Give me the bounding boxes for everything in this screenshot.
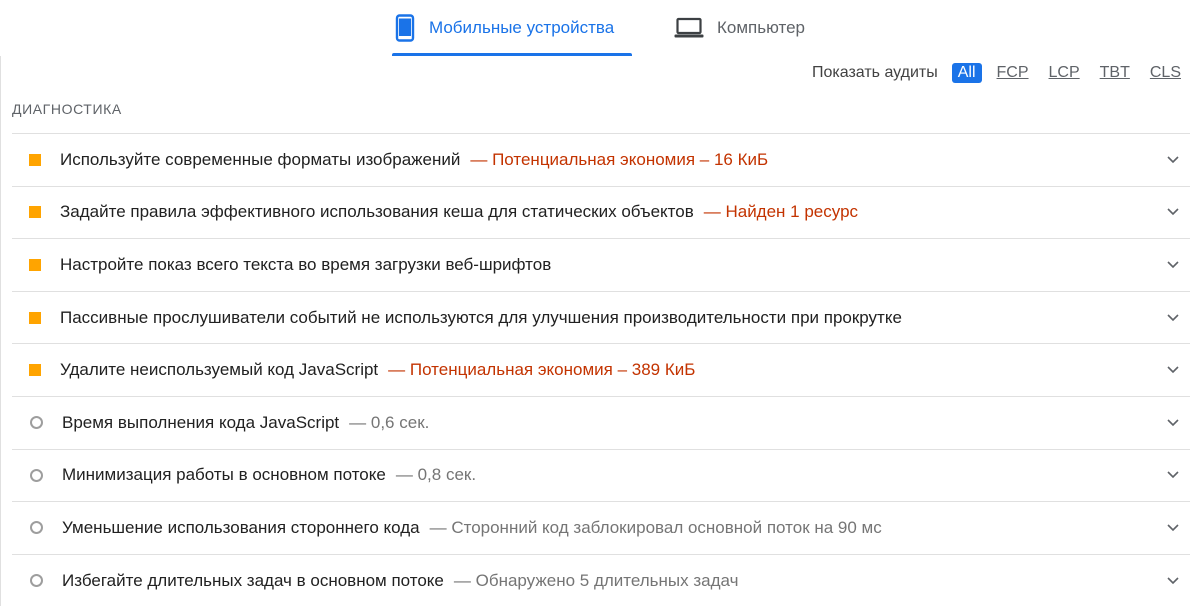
tab-desktop[interactable]: Компьютер xyxy=(674,0,824,56)
informative-status-icon xyxy=(30,521,43,535)
filter-label: Показать аудиты xyxy=(812,64,938,81)
chevron-down-icon[interactable] xyxy=(1166,206,1180,218)
audit-detail: — 0,6 сек. xyxy=(349,412,430,432)
filter-cls-button[interactable]: CLS xyxy=(1145,63,1186,83)
chevron-down-icon[interactable] xyxy=(1166,154,1180,166)
informative-status-icon xyxy=(30,416,43,430)
chevron-down-icon[interactable] xyxy=(1166,312,1180,324)
audit-detail: — Потенциальная экономия – 16 КиБ xyxy=(470,149,769,169)
audit-title: Задайте правила эффективного использован… xyxy=(60,202,694,222)
audit-item[interactable]: Пассивные прослушиватели событий не испо… xyxy=(12,292,1190,345)
filter-all-button[interactable]: All xyxy=(951,63,982,83)
tab-mobile[interactable]: Мобильные устройства xyxy=(392,0,632,56)
audit-item[interactable]: Время выполнения кода JavaScript — 0,6 се… xyxy=(12,397,1190,450)
audit-title: Пассивные прослушиватели событий не испо… xyxy=(60,307,902,327)
average-status-icon xyxy=(29,311,41,324)
informative-status-icon xyxy=(30,468,43,482)
audit-detail: — Найден 1 ресурс xyxy=(703,202,859,222)
tab-desktop-label: Компьютер xyxy=(717,18,805,37)
chevron-down-icon[interactable] xyxy=(1166,259,1180,271)
audit-detail: — Сторонний код заблокировал основной по… xyxy=(429,517,882,537)
filter-tbt-button[interactable]: TBT xyxy=(1095,63,1135,83)
chevron-down-icon[interactable] xyxy=(1166,364,1180,376)
average-status-icon xyxy=(29,153,41,166)
audit-item[interactable]: Уменьшение использования стороннего кода… xyxy=(12,502,1190,555)
audit-title: Минимизация работы в основном потоке xyxy=(62,465,386,485)
audit-title: Удалите неиспользуемый код JavaScript xyxy=(60,360,379,380)
lighthouse-report: Мобильные устройства Компьютер Показать … xyxy=(0,0,1198,606)
audit-title: Используйте современные форматы изображе… xyxy=(60,149,461,169)
audit-title: Настройте показ всего текста во время за… xyxy=(60,254,552,274)
audit-list: Используйте современные форматы изображе… xyxy=(12,133,1190,606)
chevron-down-icon[interactable] xyxy=(1166,469,1180,481)
audit-item[interactable]: Удалите неиспользуемый код JavaScript — П… xyxy=(12,344,1190,397)
audit-item[interactable]: Задайте правила эффективного использован… xyxy=(12,187,1190,240)
laptop-icon xyxy=(674,17,704,39)
average-status-icon xyxy=(29,206,41,219)
audit-title: Время выполнения кода JavaScript xyxy=(62,412,340,432)
audit-item[interactable]: Настройте показ всего текста во время за… xyxy=(12,239,1190,292)
audit-detail: — Обнаружено 5 длительных задач xyxy=(453,570,739,590)
chevron-down-icon[interactable] xyxy=(1166,522,1180,534)
active-tab-indicator xyxy=(392,53,632,56)
tab-mobile-label: Мобильные устройства xyxy=(429,18,615,37)
panel-border xyxy=(0,56,1,606)
audit-item[interactable]: Минимизация работы в основном потоке — 0,… xyxy=(12,450,1190,503)
informative-status-icon xyxy=(30,574,43,588)
section-title: ДИАГНОСТИКА xyxy=(12,101,122,117)
filter-fcp-button[interactable]: FCP xyxy=(992,63,1034,83)
average-status-icon xyxy=(29,364,41,377)
audit-title: Уменьшение использования стороннего кода xyxy=(62,517,420,537)
filter-lcp-button[interactable]: LCP xyxy=(1044,63,1085,83)
audit-item[interactable]: Избегайте длительных задач в основном по… xyxy=(12,555,1190,606)
device-tabs: Мобильные устройства Компьютер xyxy=(0,0,1198,56)
chevron-down-icon[interactable] xyxy=(1166,417,1180,429)
audit-item[interactable]: Используйте современные форматы изображе… xyxy=(12,134,1190,187)
audit-detail: — 0,8 сек. xyxy=(395,465,477,485)
smartphone-icon xyxy=(394,14,416,42)
audit-filter: Показать аудиты All FCP LCP TBT CLS xyxy=(812,62,1186,84)
chevron-down-icon[interactable] xyxy=(1166,575,1180,587)
audit-detail: — Потенциальная экономия – 389 КиБ xyxy=(388,360,696,380)
average-status-icon xyxy=(29,258,41,271)
audit-title: Избегайте длительных задач в основном по… xyxy=(62,570,444,590)
